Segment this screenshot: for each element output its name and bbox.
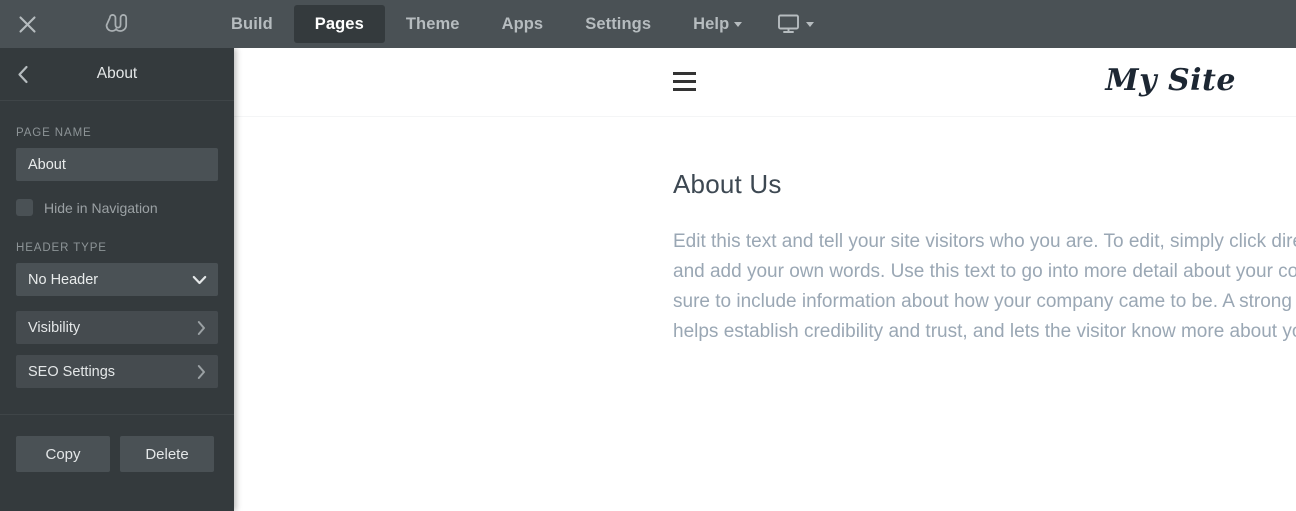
sidebar-actions: Copy Delete [16,436,214,472]
sidebar-row-visibility[interactable]: Visibility [16,311,218,344]
visibility-label: Visibility [28,319,81,336]
page-name-input[interactable] [16,148,218,181]
hide-in-navigation-row[interactable]: Hide in Navigation [16,199,218,216]
weebly-logo-icon [105,14,127,32]
seo-settings-label: SEO Settings [28,363,116,380]
hamburger-bar [673,72,696,75]
chevron-right-icon [197,320,205,335]
header-type-select[interactable]: No Header [16,263,218,296]
page-heading[interactable]: About Us [673,169,1296,200]
chevron-down-icon [806,21,815,27]
site-header: My Site [234,48,1296,117]
header-type-value: No Header [28,271,99,288]
desktop-monitor-icon [778,14,800,33]
toolbar-nav: Build Pages Theme Apps Settings Help [210,0,828,48]
header-type-label: HEADER TYPE [16,242,107,254]
chevron-down-icon [734,21,743,27]
site-title[interactable]: My Site [1105,63,1236,98]
weebly-logo-button[interactable] [55,0,180,48]
hide-in-navigation-label: Hide in Navigation [44,199,158,216]
tab-pages[interactable]: Pages [293,5,385,43]
help-label: Help [693,15,730,33]
page-settings-sidebar: About PAGE NAME Hide in Navigation HEADE… [0,48,234,511]
chevron-right-icon [197,364,205,379]
hamburger-bar [673,80,696,83]
hamburger-bar [673,88,696,91]
weebly-editor: Build Pages Theme Apps Settings Help Abo… [0,0,1296,511]
delete-page-button[interactable]: Delete [120,436,214,472]
back-button[interactable] [0,48,46,100]
site-content: About Us Edit this text and tell your si… [234,117,1296,347]
tab-settings[interactable]: Settings [564,5,672,43]
page-paragraph[interactable]: Edit this text and tell your site visito… [673,227,1296,347]
sidebar-body: PAGE NAME Hide in Navigation HEADER TYPE… [0,127,234,388]
help-menu[interactable]: Help [672,5,763,43]
tab-theme[interactable]: Theme [385,5,481,43]
sidebar-header: About [0,48,234,101]
copy-page-button[interactable]: Copy [16,436,110,472]
sidebar-row-seo-settings[interactable]: SEO Settings [16,355,218,388]
chevron-down-icon [192,275,207,284]
hide-in-navigation-checkbox[interactable] [16,199,33,216]
top-toolbar: Build Pages Theme Apps Settings Help [0,0,1296,48]
site-preview-canvas[interactable]: My Site About Us Edit this text and tell… [234,48,1296,511]
tab-apps[interactable]: Apps [481,5,565,43]
tab-build[interactable]: Build [210,5,294,43]
sidebar-divider [0,414,234,415]
hamburger-menu-icon[interactable] [673,72,696,91]
chevron-left-icon [18,65,28,83]
device-preview-menu[interactable] [763,6,828,42]
close-editor-button[interactable] [0,0,55,48]
close-icon [19,15,36,33]
page-name-label: PAGE NAME [16,127,92,139]
